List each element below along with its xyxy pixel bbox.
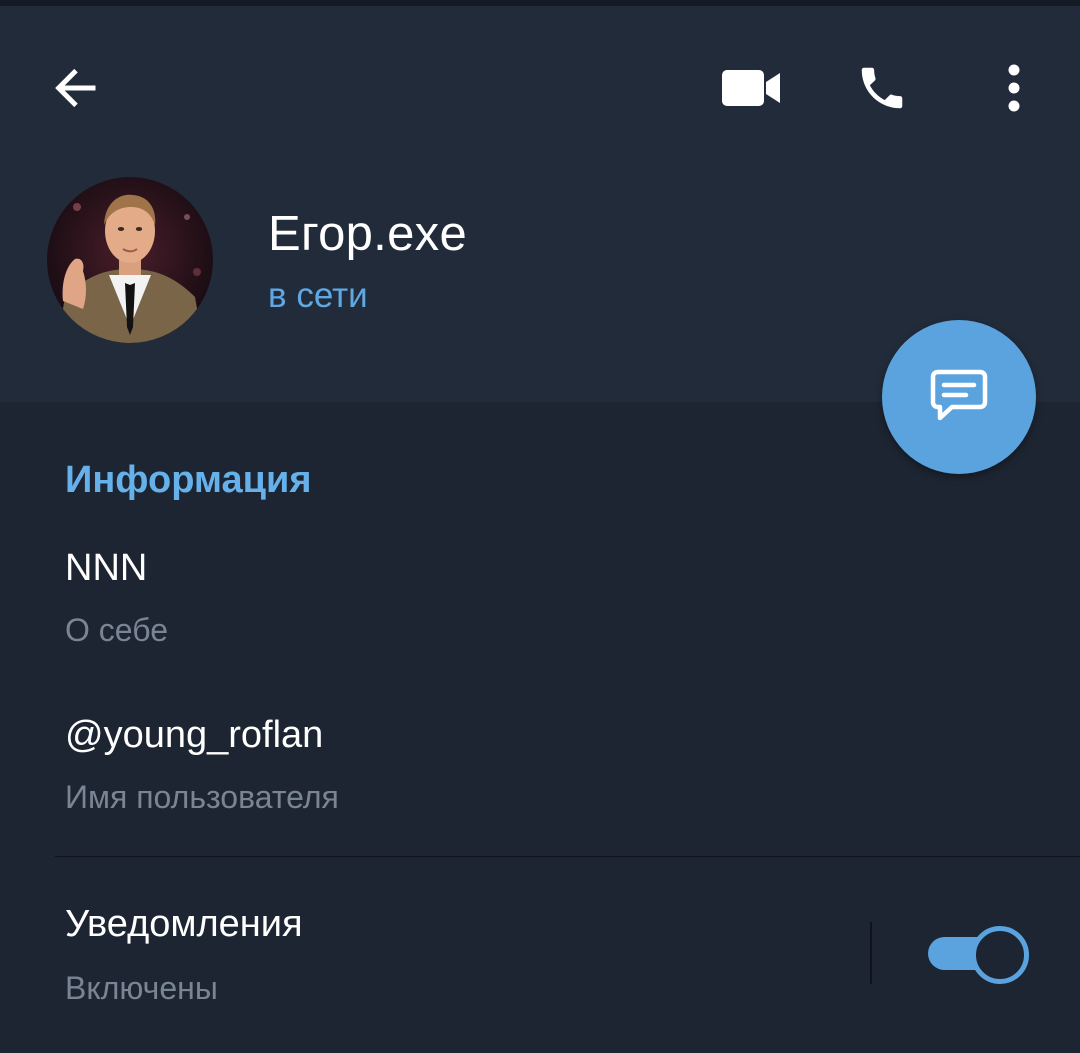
video-camera-icon bbox=[721, 68, 783, 113]
arrow-left-icon bbox=[50, 62, 102, 119]
call-button[interactable] bbox=[842, 50, 922, 130]
more-vertical-icon bbox=[1007, 63, 1021, 118]
profile-name: Егор.exe bbox=[268, 207, 467, 261]
notifications-title: Уведомления bbox=[65, 903, 303, 945]
toggle-thumb bbox=[971, 926, 1029, 984]
username-caption: Имя пользователя bbox=[65, 779, 339, 815]
info-section-title: Информация bbox=[65, 459, 312, 501]
more-options-button[interactable] bbox=[984, 50, 1044, 130]
phone-icon bbox=[855, 61, 909, 120]
back-button[interactable] bbox=[36, 50, 116, 130]
video-call-button[interactable] bbox=[710, 50, 794, 130]
message-icon bbox=[928, 364, 990, 431]
send-message-button[interactable] bbox=[882, 320, 1036, 474]
about-caption: О себе bbox=[65, 612, 168, 648]
notifications-status: Включены bbox=[65, 970, 218, 1006]
about-value[interactable]: NNN bbox=[65, 544, 147, 592]
avatar[interactable] bbox=[47, 177, 213, 343]
notifications-toggle[interactable] bbox=[928, 924, 1029, 984]
vertical-divider bbox=[870, 922, 872, 984]
notifications-row[interactable] bbox=[0, 857, 1080, 1053]
online-status: в сети bbox=[268, 276, 368, 315]
username-value[interactable]: @young_roflan bbox=[65, 711, 323, 759]
